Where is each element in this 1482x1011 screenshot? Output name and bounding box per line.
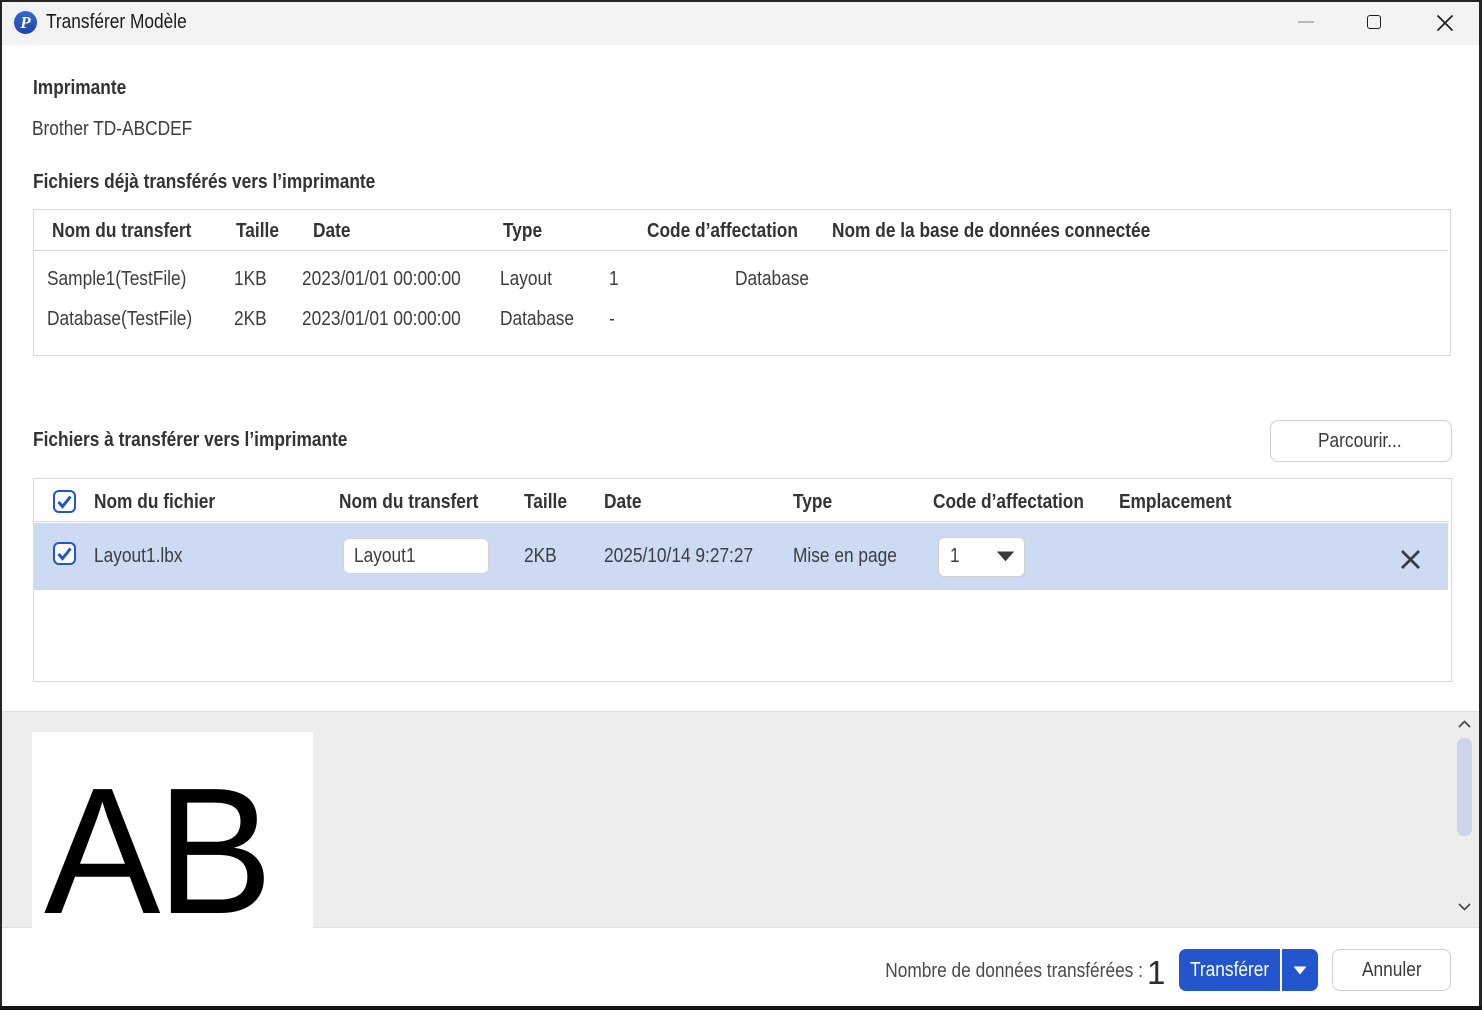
svg-text:P: P — [19, 13, 31, 32]
